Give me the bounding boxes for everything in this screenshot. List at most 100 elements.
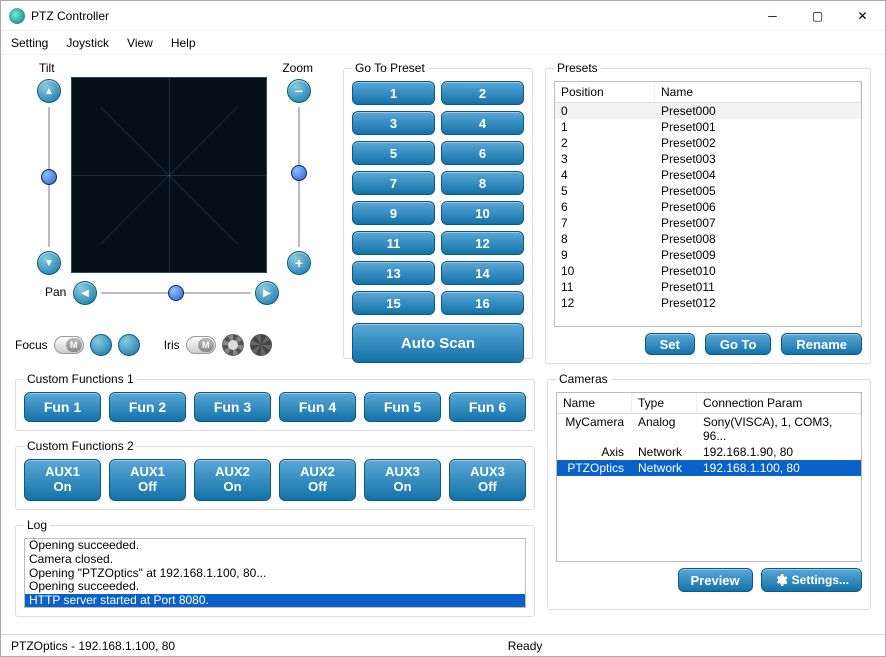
log-line[interactable]: HTTP server started at Port 8080. — [25, 594, 525, 608]
aux-button[interactable]: AUX2 Off — [279, 459, 356, 501]
status-left: PTZOptics - 192.168.1.100, 80 — [11, 639, 175, 653]
preset-button-6[interactable]: 6 — [441, 141, 524, 165]
auto-scan-button[interactable]: Auto Scan — [352, 323, 524, 363]
cameras-col-type[interactable]: Type — [632, 393, 697, 413]
preset-button-5[interactable]: 5 — [352, 141, 435, 165]
app-icon — [9, 8, 25, 24]
table-row[interactable]: 3Preset003 — [555, 151, 861, 167]
preset-button-1[interactable]: 1 — [352, 81, 435, 105]
preset-button-15[interactable]: 15 — [352, 291, 435, 315]
table-row[interactable]: 7Preset007 — [555, 215, 861, 231]
table-row[interactable]: 1Preset001 — [555, 119, 861, 135]
fun-button[interactable]: Fun 4 — [279, 392, 356, 422]
preset-set-button[interactable]: Set — [645, 333, 695, 355]
table-row[interactable]: 6Preset006 — [555, 199, 861, 215]
preset-goto-button[interactable]: Go To — [705, 333, 772, 355]
menu-setting[interactable]: Setting — [11, 36, 48, 50]
preset-button-4[interactable]: 4 — [441, 111, 524, 135]
ptz-area[interactable] — [71, 77, 267, 273]
focus-auto-toggle[interactable]: M — [54, 336, 84, 354]
pan-right-button[interactable] — [255, 281, 279, 305]
tilt-down-button[interactable] — [37, 251, 61, 275]
menubar: Setting Joystick View Help — [1, 31, 885, 55]
fun-button[interactable]: Fun 1 — [24, 392, 101, 422]
camera-row[interactable]: PTZOpticsNetwork192.168.1.100, 80 — [557, 460, 861, 476]
preset-button-8[interactable]: 8 — [441, 171, 524, 195]
preset-button-9[interactable]: 9 — [352, 201, 435, 225]
pan-label: Pan — [45, 285, 66, 299]
presets-table[interactable]: Position Name 0Preset0001Preset0012Prese… — [554, 81, 862, 327]
tilt-slider[interactable] — [39, 107, 59, 247]
preset-button-3[interactable]: 3 — [352, 111, 435, 135]
fun-button[interactable]: Fun 6 — [449, 392, 526, 422]
preset-button-14[interactable]: 14 — [441, 261, 524, 285]
focus-far-icon[interactable] — [118, 334, 140, 356]
zoom-label: Zoom — [282, 61, 313, 75]
aux-button[interactable]: AUX3 On — [364, 459, 441, 501]
cameras-table[interactable]: Name Type Connection Param MyCameraAnalo… — [556, 392, 862, 562]
close-button[interactable]: ✕ — [840, 1, 885, 31]
log-legend: Log — [24, 518, 50, 532]
tilt-up-button[interactable] — [37, 79, 61, 103]
fun-button[interactable]: Fun 5 — [364, 392, 441, 422]
table-row[interactable]: 4Preset004 — [555, 167, 861, 183]
cameras-group: Cameras Name Type Connection Param MyCam… — [547, 372, 871, 610]
iris-open-icon[interactable] — [222, 334, 244, 356]
camera-row[interactable]: MyCameraAnalogSony(VISCA), 1, COM3, 96..… — [557, 414, 861, 444]
ptz-panel: Tilt Zoom Pan — [15, 61, 315, 356]
table-row[interactable]: 11Preset011 — [555, 279, 861, 295]
custom2-legend: Custom Functions 2 — [24, 439, 137, 453]
presets-col-name[interactable]: Name — [655, 82, 861, 102]
maximize-button[interactable]: ▢ — [795, 1, 840, 31]
camera-preview-button[interactable]: Preview — [678, 568, 753, 592]
log-line[interactable]: Camera closed. — [25, 553, 525, 567]
focus-near-icon[interactable] — [90, 334, 112, 356]
minimize-button[interactable]: ─ — [750, 1, 795, 31]
fun-button[interactable]: Fun 2 — [109, 392, 186, 422]
fun-button[interactable]: Fun 3 — [194, 392, 271, 422]
table-row[interactable]: 0Preset000 — [555, 103, 861, 119]
preset-button-2[interactable]: 2 — [441, 81, 524, 105]
aux-button[interactable]: AUX2 On — [194, 459, 271, 501]
zoom-slider[interactable] — [289, 107, 309, 247]
preset-button-11[interactable]: 11 — [352, 231, 435, 255]
preset-button-10[interactable]: 10 — [441, 201, 524, 225]
log-line[interactable]: Opening "PTZOptics" at 192.168.1.100, 80… — [25, 567, 525, 581]
custom-functions-1-group: Custom Functions 1 Fun 1 Fun 2 Fun 3 Fun 4 F… — [15, 372, 535, 431]
preset-button-13[interactable]: 13 — [352, 261, 435, 285]
menu-joystick[interactable]: Joystick — [66, 36, 109, 50]
table-row[interactable]: 2Preset002 — [555, 135, 861, 151]
table-row[interactable]: 9Preset009 — [555, 247, 861, 263]
table-row[interactable]: 10Preset010 — [555, 263, 861, 279]
pan-slider[interactable] — [101, 283, 251, 303]
iris-close-icon[interactable] — [250, 334, 272, 356]
zoom-out-button[interactable] — [287, 79, 311, 103]
cameras-col-conn[interactable]: Connection Param — [697, 393, 861, 413]
menu-help[interactable]: Help — [171, 36, 196, 50]
preset-button-16[interactable]: 16 — [441, 291, 524, 315]
preset-button-12[interactable]: 12 — [441, 231, 524, 255]
log-list[interactable]: Opening succeeded.Camera closed.Opening … — [24, 538, 526, 608]
zoom-in-button[interactable] — [287, 251, 311, 275]
custom1-legend: Custom Functions 1 — [24, 372, 137, 386]
camera-settings-button[interactable]: Settings... — [761, 568, 862, 592]
log-line[interactable]: Opening succeeded. — [25, 580, 525, 594]
preset-button-7[interactable]: 7 — [352, 171, 435, 195]
log-line[interactable]: Opening succeeded. — [25, 539, 525, 553]
camera-row[interactable]: AxisNetwork192.168.1.90, 80 — [557, 444, 861, 460]
pan-left-button[interactable] — [73, 281, 97, 305]
cameras-col-name[interactable]: Name — [557, 393, 632, 413]
status-bar: PTZOptics - 192.168.1.100, 80 Ready — [1, 634, 885, 656]
iris-label: Iris — [164, 338, 180, 352]
aux-button[interactable]: AUX1 On — [24, 459, 101, 501]
menu-view[interactable]: View — [127, 36, 153, 50]
iris-auto-toggle[interactable]: M — [186, 336, 216, 354]
table-row[interactable]: 5Preset005 — [555, 183, 861, 199]
presets-col-position[interactable]: Position — [555, 82, 655, 102]
preset-rename-button[interactable]: Rename — [781, 333, 862, 355]
table-row[interactable]: 12Preset012 — [555, 295, 861, 311]
cameras-legend: Cameras — [556, 372, 611, 386]
aux-button[interactable]: AUX3 Off — [449, 459, 526, 501]
table-row[interactable]: 8Preset008 — [555, 231, 861, 247]
aux-button[interactable]: AUX1 Off — [109, 459, 186, 501]
